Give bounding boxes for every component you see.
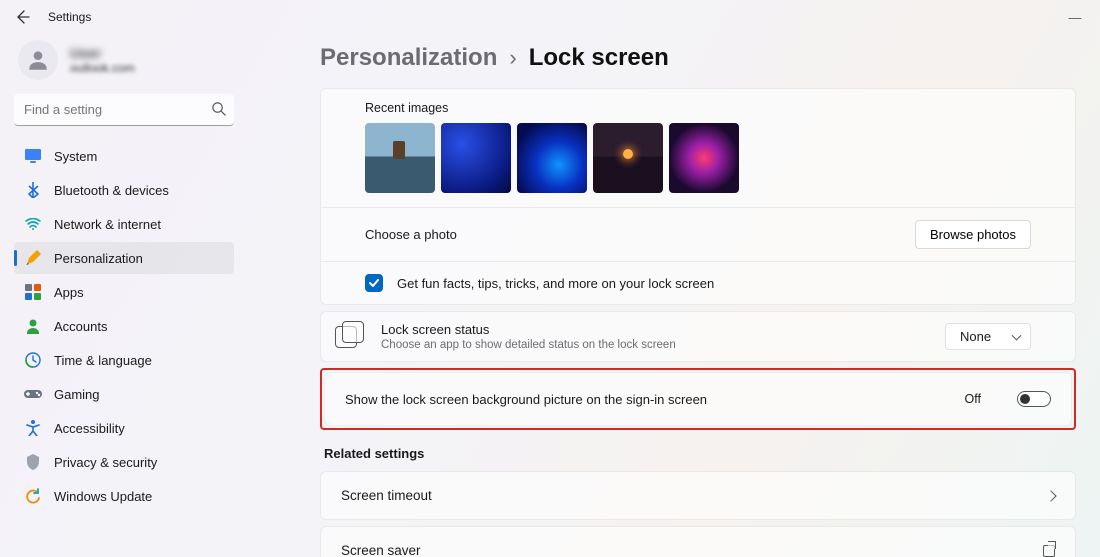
related-heading: Related settings [324, 446, 1076, 461]
bluetooth-icon [24, 181, 42, 199]
sidebar-item-label: Accessibility [54, 421, 125, 436]
privacy-icon [24, 453, 42, 471]
breadcrumb-parent[interactable]: Personalization [320, 44, 497, 72]
funfacts-label: Get fun facts, tips, tricks, and more on… [397, 276, 714, 291]
recent-image-5[interactable] [669, 123, 739, 193]
sidebar-item-label: Bluetooth & devices [54, 183, 169, 198]
sidebar-item-label: Apps [54, 285, 84, 300]
recent-image-1[interactable] [365, 123, 435, 193]
sidebar-item-label: Windows Update [54, 489, 152, 504]
recent-image-2[interactable] [441, 123, 511, 193]
user-name: User [70, 45, 135, 61]
status-icon [335, 326, 357, 348]
sidebar-item-time[interactable]: Time & language [14, 344, 234, 376]
sidebar-item-label: Privacy & security [54, 455, 157, 470]
back-button[interactable] [10, 5, 34, 29]
sidebar-item-personalization[interactable]: Personalization [14, 242, 234, 274]
update-icon [24, 487, 42, 505]
system-icon [24, 147, 42, 165]
sidebar-item-label: Network & internet [54, 217, 161, 232]
user-email: outlook.com [70, 61, 135, 75]
choose-photo-label: Choose a photo [365, 227, 457, 242]
chevron-right-icon: › [509, 45, 516, 71]
signin-bg-label: Show the lock screen background picture … [345, 392, 707, 407]
search-box[interactable] [14, 94, 234, 126]
accessibility-icon [24, 419, 42, 437]
sidebar-item-update[interactable]: Windows Update [14, 480, 234, 512]
status-subtitle: Choose an app to show detailed status on… [381, 339, 931, 351]
sidebar-item-gaming[interactable]: Gaming [14, 378, 234, 410]
time-icon [24, 351, 42, 369]
recent-image-3[interactable] [517, 123, 587, 193]
screen-timeout-link[interactable]: Screen timeout [320, 471, 1076, 520]
minimize-button[interactable]: — [1060, 10, 1090, 25]
sidebar: User outlook.com System Bluetooth & devi… [0, 34, 248, 557]
page-title: Lock screen [529, 44, 669, 72]
search-icon [211, 101, 226, 119]
recent-label: Recent images [365, 101, 1031, 115]
signin-bg-highlight: Show the lock screen background picture … [320, 368, 1076, 430]
sidebar-item-privacy[interactable]: Privacy & security [14, 446, 234, 478]
sidebar-item-label: Accounts [54, 319, 107, 334]
search-input[interactable] [14, 94, 234, 126]
sidebar-item-accessibility[interactable]: Accessibility [14, 412, 234, 444]
sidebar-item-label: Gaming [54, 387, 100, 402]
window-title: Settings [48, 10, 91, 24]
status-app-select[interactable]: None [945, 323, 1031, 350]
status-title: Lock screen status [381, 322, 931, 337]
recent-image-4[interactable] [593, 123, 663, 193]
sidebar-item-bluetooth[interactable]: Bluetooth & devices [14, 174, 234, 206]
sidebar-item-system[interactable]: System [14, 140, 234, 172]
network-icon [24, 215, 42, 233]
avatar [18, 40, 58, 80]
user-block[interactable]: User outlook.com [14, 40, 234, 80]
signin-bg-toggle[interactable] [1017, 391, 1051, 407]
sidebar-item-network[interactable]: Network & internet [14, 208, 234, 240]
sidebar-item-label: Time & language [54, 353, 152, 368]
main-content: Personalization › Lock screen Recent ima… [248, 34, 1100, 557]
gaming-icon [24, 385, 42, 403]
signin-bg-state: Off [965, 392, 981, 406]
lockscreen-status-card[interactable]: Lock screen status Choose an app to show… [320, 311, 1076, 362]
sidebar-item-label: Personalization [54, 251, 143, 266]
sidebar-item-apps[interactable]: Apps [14, 276, 234, 308]
external-icon [1043, 545, 1055, 557]
lockscreen-picture-card: Recent images Choose a photo Browse phot… [320, 88, 1076, 305]
chevron-right-icon [1045, 490, 1056, 501]
sidebar-item-label: System [54, 149, 97, 164]
accounts-icon [24, 317, 42, 335]
personalization-icon [24, 249, 42, 267]
sidebar-item-accounts[interactable]: Accounts [14, 310, 234, 342]
browse-photos-button[interactable]: Browse photos [915, 220, 1031, 249]
screen-saver-link[interactable]: Screen saver [320, 526, 1076, 557]
apps-icon [24, 283, 42, 301]
funfacts-checkbox[interactable] [365, 274, 383, 292]
breadcrumb: Personalization › Lock screen [320, 44, 1076, 72]
